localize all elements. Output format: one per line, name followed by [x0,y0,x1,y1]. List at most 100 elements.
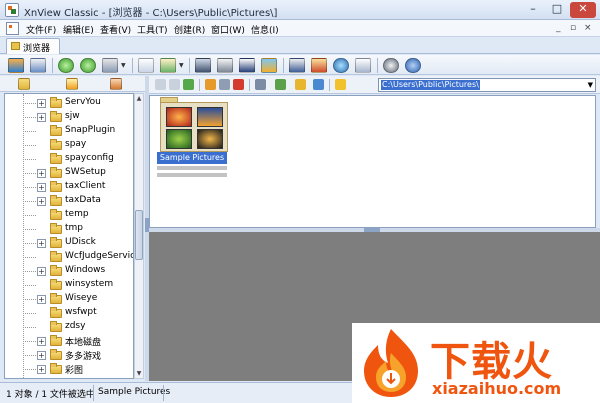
expand-toggle-icon[interactable]: + [37,183,46,192]
print-icon[interactable] [217,58,233,73]
delete-icon[interactable] [233,79,244,90]
address-path[interactable]: C:\Users\Public\Pictures\ [381,80,480,90]
filter-icon[interactable] [295,79,306,90]
batch-icon[interactable] [102,58,118,73]
tree-item[interactable]: temp [5,208,133,222]
mdi-minimize-button[interactable]: _ [556,23,561,33]
web-icon[interactable] [333,58,349,73]
scrollbar-thumb[interactable] [135,210,143,260]
nav-back-icon[interactable] [155,79,166,90]
tree-item[interactable]: + Wiseye [5,292,133,306]
menu-tools[interactable]: 工具(T) [137,23,168,36]
expand-toggle-icon[interactable]: + [37,295,46,304]
expand-toggle-icon[interactable]: + [37,113,46,122]
dropdown-arrow-icon[interactable]: ▼ [179,62,184,69]
tree-item[interactable]: wsfwpt [5,306,133,320]
parent-folder-icon[interactable] [183,79,194,90]
folder-icon [50,209,62,220]
grid-icon[interactable] [355,58,371,73]
rename-icon[interactable] [219,79,230,90]
capture-icon[interactable] [289,58,305,73]
expand-toggle-icon[interactable]: + [37,337,46,346]
scroll-down-arrow-icon[interactable]: ▼ [135,370,143,377]
menu-view[interactable]: 查看(V) [100,23,131,36]
menu-info[interactable]: 信息(I) [251,23,279,36]
expand-toggle-icon[interactable]: + [37,239,46,248]
window-title: XnView Classic - [浏览器 - C:\Users\Public\… [24,8,278,19]
tree-item[interactable]: zdsy [5,320,133,334]
nav-forward-icon[interactable] [169,79,180,90]
tree-item[interactable]: SnapPlugin [5,124,133,138]
back-icon[interactable] [58,58,74,73]
tree-item[interactable]: + Windows [5,264,133,278]
dropdown-arrow-icon[interactable]: ▼ [121,62,126,69]
new-folder-icon[interactable] [205,79,216,90]
tree-guide-line [23,229,36,230]
favorites-tab-icon[interactable] [66,78,78,90]
rating-star-icon[interactable] [335,79,346,90]
tree-item[interactable]: spayconfig [5,152,133,166]
tree-item[interactable]: tmp [5,222,133,236]
tree-guide-line [23,341,36,342]
thumbnail-label[interactable]: Sample Pictures [157,152,227,164]
file-browser[interactable]: Sample Pictures [149,95,596,228]
expand-toggle-icon[interactable]: + [37,197,46,206]
address-bar[interactable]: C:\Users\Public\Pictures\ ▼ [378,78,596,92]
forward-icon[interactable] [80,58,96,73]
folders-tab-icon[interactable] [18,78,30,90]
settings-gear-icon[interactable] [383,58,399,73]
mdi-restore-button[interactable]: ▫ [570,23,576,33]
tree-item[interactable]: + sjw [5,110,133,124]
expand-toggle-icon[interactable]: + [37,365,46,374]
title-bar: XnView Classic - [浏览器 - C:\Users\Public\… [0,0,600,20]
new-icon[interactable] [138,58,154,73]
expand-toggle-icon[interactable]: + [37,169,46,178]
expand-toggle-icon[interactable]: + [37,351,46,360]
folder-thumbnail[interactable] [160,102,228,152]
sort-icon[interactable] [275,79,286,90]
wallpaper-icon[interactable] [311,58,327,73]
tree-item[interactable]: + taxClient [5,180,133,194]
menu-file[interactable]: 文件(F) [26,23,56,36]
tree-scrollbar[interactable]: ▲ ▼ [134,93,144,379]
tree-item[interactable]: + 本地磁盘 [5,334,133,348]
refresh-icon[interactable] [313,79,324,90]
binoculars-icon[interactable] [195,58,211,73]
tab-strip: 浏览器 [0,37,600,54]
address-dropdown-icon[interactable]: ▼ [588,81,593,89]
view-mode-icon[interactable] [255,79,266,90]
thumbnail-info-bar [157,173,227,177]
open-folder-icon[interactable] [8,58,24,73]
tab-browser[interactable]: 浏览器 [6,38,60,54]
expand-toggle-icon[interactable]: + [37,267,46,276]
tree-item[interactable]: winsystem [5,278,133,292]
menu-window[interactable]: 窗口(W) [211,23,245,36]
scroll-up-arrow-icon[interactable]: ▲ [135,95,143,102]
tree-item[interactable]: + taxData [5,194,133,208]
info-icon[interactable] [405,58,421,73]
categories-tab-icon[interactable] [110,78,122,90]
slideshow-icon[interactable] [261,58,277,73]
mdi-close-button[interactable]: × [584,23,592,33]
tree-item[interactable]: spay [5,138,133,152]
menu-edit[interactable]: 编辑(E) [63,23,94,36]
menu-create[interactable]: 创建(R) [174,23,205,36]
maximize-button[interactable]: □ [546,2,568,18]
app-icon[interactable] [5,3,19,17]
scan-icon[interactable] [239,58,255,73]
tree-item[interactable]: + ServYou [5,96,133,110]
expand-toggle-icon[interactable]: + [37,99,46,108]
convert-icon[interactable] [160,58,176,73]
minimize-button[interactable]: – [522,2,544,18]
close-button[interactable]: ✕ [570,2,596,18]
tree-guide-line [23,369,36,370]
tree-item[interactable]: + 多多游戏 [5,348,133,362]
fullscreen-icon[interactable] [30,58,46,73]
status-selection: Sample Pictures [98,387,171,397]
folder-tree[interactable]: + ServYou + sjw SnapPlugin spay spayconfig + SWS… [4,93,134,379]
tree-item[interactable]: + 彩图 [5,362,133,376]
tree-item[interactable]: WcfJudgeService [5,250,133,264]
tree-item[interactable]: + SWSetup [5,166,133,180]
tree-item[interactable]: + UDisck [5,236,133,250]
document-icon[interactable] [6,22,19,35]
